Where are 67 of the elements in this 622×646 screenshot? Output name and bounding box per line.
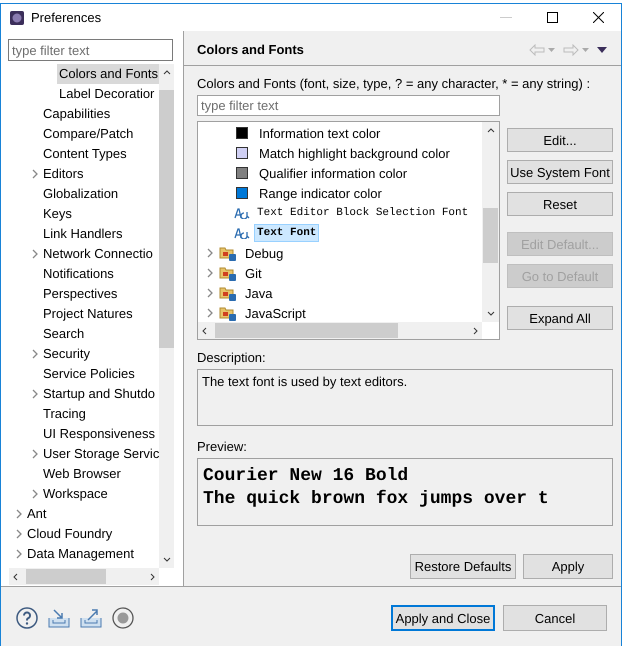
tree-item[interactable]: Match highlight background color	[256, 144, 453, 162]
menu-icon[interactable]	[595, 46, 609, 54]
action-button[interactable]: Edit...	[507, 128, 613, 152]
tree-item[interactable]: Link Handlers	[41, 224, 124, 244]
intro-text: Colors and Fonts (font, size, type, ? = any character, * = any string) :	[197, 76, 592, 91]
tree-item[interactable]: Text Editor Block Selection Font	[254, 204, 472, 222]
preview-text: Courier New 16 Bold	[203, 465, 410, 488]
folder-icon	[219, 305, 237, 321]
tree-item[interactable]: Web Browser	[41, 464, 123, 484]
tree-item[interactable]: Ant	[25, 504, 49, 524]
tree-item[interactable]: Editors	[41, 164, 86, 184]
maximize-icon[interactable]	[546, 12, 558, 23]
scrollbar-thumb[interactable]	[26, 569, 106, 584]
tree-item[interactable]: Git	[242, 264, 265, 282]
action-button[interactable]: Expand All	[507, 306, 613, 330]
cancel-button[interactable]: Cancel	[503, 605, 607, 631]
close-icon[interactable]	[592, 12, 604, 23]
tree-item[interactable]: Content Types	[41, 144, 129, 164]
tree-item[interactable]: Compare/Patch	[41, 124, 136, 144]
help-icon[interactable]	[15, 606, 39, 630]
tree-item[interactable]: Cloud Foundry	[25, 524, 114, 544]
tree-item[interactable]: UI Responsiveness	[41, 424, 157, 444]
page-title: Colors and Fonts	[197, 42, 305, 57]
tree-item[interactable]: Text Font	[254, 224, 320, 242]
tree-item[interactable]: Service Policies	[41, 364, 137, 384]
tree-item[interactable]: Range indicator color	[256, 184, 385, 202]
apply-button[interactable]: Apply	[523, 554, 613, 579]
tree-item[interactable]: Debug	[242, 244, 286, 262]
action-button[interactable]: Reset	[507, 192, 613, 216]
filter-field[interactable]: type filter text	[197, 95, 500, 116]
preview-label: Preview:	[197, 439, 248, 454]
filter-field[interactable]: type filter text	[8, 39, 173, 61]
tree-item[interactable]: Notifications	[41, 264, 116, 284]
restore-defaults-button[interactable]: Restore Defaults	[410, 554, 516, 579]
folder-icon	[219, 245, 237, 261]
tree-item[interactable]: Startup and Shutdo	[41, 384, 158, 404]
window-title: Preferences	[31, 10, 102, 25]
tree-item[interactable]: User Storage Servic	[41, 444, 159, 464]
apply-and-close-button[interactable]: Apply and Close	[391, 605, 495, 631]
tree-item[interactable]: Tracing	[41, 404, 88, 424]
description-label: Description:	[197, 350, 267, 365]
folder-icon	[219, 265, 237, 281]
tree-item[interactable]: Data Management	[25, 544, 136, 564]
tree-item[interactable]: Network Connectio	[41, 244, 155, 264]
tree-item[interactable]: JavaScript	[242, 304, 309, 322]
action-button[interactable]: Use System Font	[507, 160, 613, 184]
scrollbar-thumb[interactable]	[215, 323, 398, 338]
preview-text: The quick brown fox jumps over t	[203, 488, 550, 511]
tree-item[interactable]: Security	[41, 344, 92, 364]
scrollbar-thumb[interactable]	[159, 90, 174, 348]
tree-item[interactable]: Workspace	[41, 484, 110, 504]
tree-item[interactable]: Project Natures	[41, 304, 135, 324]
tree-item[interactable]: Perspectives	[41, 284, 120, 304]
app-icon	[9, 10, 25, 26]
tree-item[interactable]: Qualifier information color	[256, 164, 410, 182]
description-text: The text font is used by text editors.	[202, 374, 408, 389]
tree-item[interactable]: Label Decoratior	[57, 84, 156, 104]
folder-icon	[219, 285, 237, 301]
tree-item[interactable]: Colors and Fonts	[57, 64, 159, 84]
tree-item[interactable]: Capabilities	[41, 104, 112, 124]
tree-item[interactable]: Java	[242, 284, 276, 302]
tree-item[interactable]: Globalization	[41, 184, 120, 204]
tree-item[interactable]: Information text color	[256, 124, 384, 142]
tree-item[interactable]: Search	[41, 324, 86, 344]
tree-item[interactable]: Keys	[41, 204, 74, 224]
scrollbar-thumb[interactable]	[483, 208, 498, 263]
record-icon[interactable]	[111, 606, 135, 630]
